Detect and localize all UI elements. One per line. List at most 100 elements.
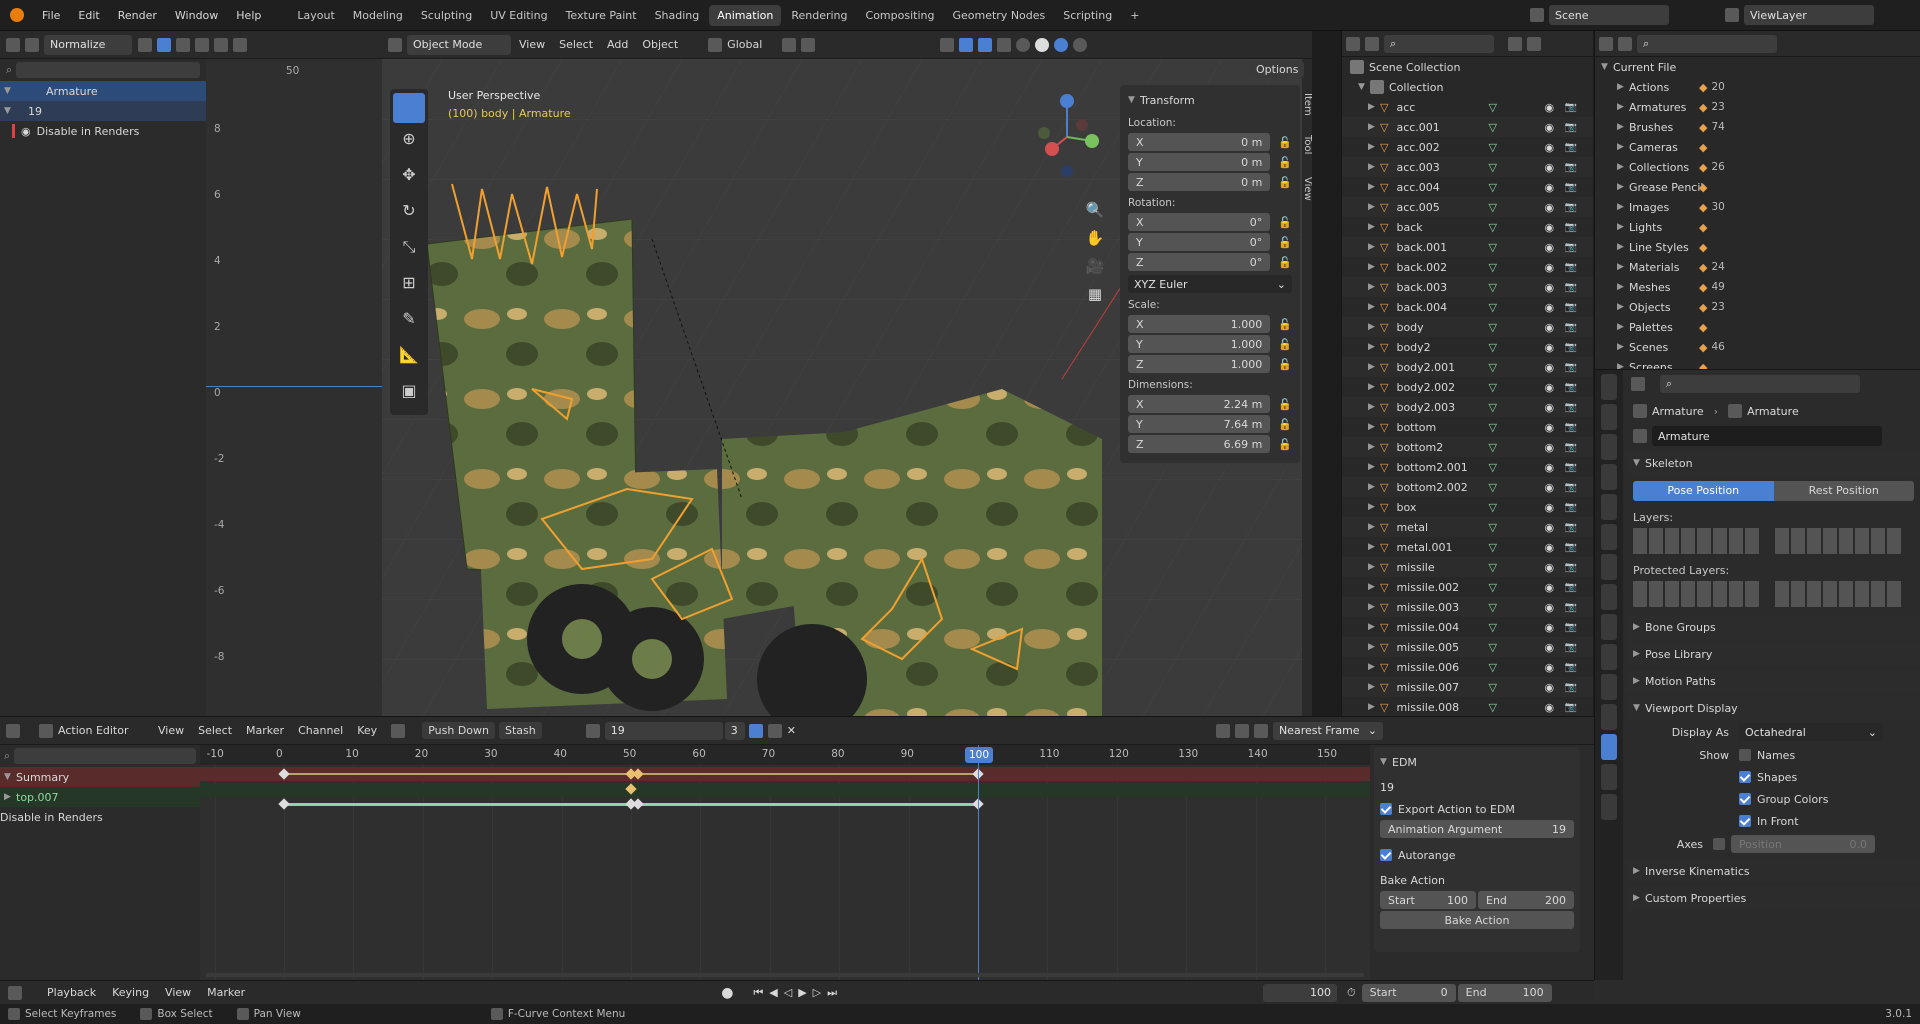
- camera-render-icon[interactable]: 📷: [1564, 482, 1576, 493]
- overlay-icon[interactable]: [978, 37, 993, 52]
- outliner-item[interactable]: ▶ ▽ body2.001 ▽ ◉ 📷: [1342, 357, 1593, 377]
- eye-icon[interactable]: ◉: [1544, 381, 1564, 394]
- blend-item[interactable]: ▶ Brushes ◆ 74: [1595, 117, 1920, 137]
- camera-render-icon[interactable]: 📷: [1564, 102, 1576, 113]
- expand-icon[interactable]: ▶: [1617, 302, 1629, 312]
- outliner-item[interactable]: ▶ ▽ bottom ▽ ◉ 📷: [1342, 417, 1593, 437]
- lock-icon[interactable]: 🔓: [1278, 358, 1292, 371]
- camera-render-icon[interactable]: 📷: [1564, 462, 1576, 473]
- outliner-item[interactable]: ▶ ▽ missile.003 ▽ ◉ 📷: [1342, 597, 1593, 617]
- eye-icon[interactable]: ◉: [1544, 661, 1564, 674]
- pan-hand-icon[interactable]: ✋: [1082, 229, 1108, 257]
- pivot-icon[interactable]: [233, 37, 247, 52]
- options-button[interactable]: Options: [1250, 61, 1308, 78]
- push-down-button[interactable]: Push Down: [422, 722, 495, 739]
- stash-button[interactable]: Stash: [498, 722, 542, 739]
- outliner-item[interactable]: ▶ ▽ missile.006 ▽ ◉ 📷: [1342, 657, 1593, 677]
- location-y-field[interactable]: Y 0 m: [1128, 153, 1271, 171]
- expand-icon[interactable]: ▼: [4, 772, 16, 782]
- lock-icon[interactable]: 🔓: [1278, 338, 1292, 351]
- blend-item[interactable]: ▶ Collections ◆ 26: [1595, 157, 1920, 177]
- outliner-editor-icon[interactable]: [1346, 36, 1360, 51]
- expand-icon[interactable]: ▶: [1368, 262, 1380, 272]
- channel-action-19[interactable]: ▼ 19: [0, 101, 206, 121]
- proportional-icon[interactable]: [801, 37, 816, 52]
- outliner-item[interactable]: ▶ ▽ body2.002 ▽ ◉ 📷: [1342, 377, 1593, 397]
- playhead-frame-label[interactable]: 100: [965, 747, 993, 763]
- eye-icon[interactable]: ◉: [1544, 601, 1564, 614]
- blend-item[interactable]: ▶ Images ◆ 30: [1595, 197, 1920, 217]
- expand-icon[interactable]: ▶: [1368, 382, 1380, 392]
- pose-library-panel[interactable]: ▶ Pose Library: [1627, 642, 1920, 666]
- expand-icon[interactable]: ▶: [1368, 582, 1380, 592]
- outliner-item[interactable]: ▶ ▽ acc ▽ ◉ 📷: [1342, 97, 1593, 117]
- tab-animation[interactable]: Animation: [709, 4, 782, 26]
- autorange-checkbox[interactable]: [1380, 849, 1392, 861]
- keyframe-marker[interactable]: [278, 798, 290, 810]
- render-tab-icon[interactable]: [1601, 404, 1617, 430]
- modifiers-tab-icon[interactable]: [1601, 614, 1617, 640]
- outliner-item[interactable]: ▶ ▽ metal ▽ ◉ 📷: [1342, 517, 1593, 537]
- eye-icon[interactable]: ◉: [1544, 361, 1564, 374]
- bake-action-button[interactable]: Bake Action: [1380, 911, 1574, 929]
- solid-shading-icon[interactable]: [1035, 37, 1050, 52]
- only-selected-icon[interactable]: [1215, 723, 1230, 738]
- outliner-item[interactable]: ▶ ▽ acc.003 ▽ ◉ 📷: [1342, 157, 1593, 177]
- outliner-item[interactable]: ▶ ▽ missile.005 ▽ ◉ 📷: [1342, 637, 1593, 657]
- wireframe-shading-icon[interactable]: [1016, 37, 1031, 52]
- constraints-tab-icon[interactable]: [1601, 704, 1617, 730]
- lock-icon[interactable]: 🔓: [1278, 438, 1292, 451]
- viewlayer-icon[interactable]: [1725, 8, 1739, 22]
- in-front-checkbox[interactable]: [1739, 815, 1751, 827]
- object-tab-icon[interactable]: [1601, 584, 1617, 610]
- xray-icon[interactable]: [997, 37, 1012, 52]
- editor-type-icon[interactable]: [6, 723, 20, 738]
- blend-item[interactable]: ▶ Cameras ◆: [1595, 137, 1920, 157]
- tl-menu-playback[interactable]: Playback: [47, 986, 96, 999]
- eye-icon[interactable]: ◉: [1544, 541, 1564, 554]
- eye-icon[interactable]: ◉: [1544, 321, 1564, 334]
- expand-icon[interactable]: ▶: [1368, 662, 1380, 672]
- blend-item[interactable]: ▶ Scenes ◆ 46: [1595, 337, 1920, 357]
- edm-header[interactable]: ▼ EDM: [1380, 753, 1574, 771]
- camera-render-icon[interactable]: 📷: [1564, 382, 1576, 393]
- eye-icon[interactable]: ◉: [1544, 501, 1564, 514]
- tab-rendering[interactable]: Rendering: [783, 5, 855, 26]
- viewport-3d[interactable]: Object Mode View Select Add Object Globa…: [382, 31, 1312, 716]
- expand-icon[interactable]: ▶: [1617, 122, 1629, 132]
- outliner-item[interactable]: ▶ ▽ acc.001 ▽ ◉ 📷: [1342, 117, 1593, 137]
- eye-icon[interactable]: ◉: [1544, 461, 1564, 474]
- outliner-item[interactable]: ▶ ▽ acc.004 ▽ ◉ 📷: [1342, 177, 1593, 197]
- close-icon[interactable]: ✕: [787, 724, 796, 737]
- eye-icon[interactable]: ◉: [1544, 121, 1564, 134]
- blend-item[interactable]: ▶ Actions ◆ 20: [1595, 77, 1920, 97]
- outliner-search[interactable]: ⌕: [1384, 34, 1494, 53]
- editor-type-icon[interactable]: [6, 37, 20, 52]
- camera-render-icon[interactable]: 📷: [1564, 662, 1576, 673]
- blend-item[interactable]: ▶ Meshes ◆ 49: [1595, 277, 1920, 297]
- camera-render-icon[interactable]: 📷: [1564, 442, 1576, 453]
- camera-render-icon[interactable]: 📷: [1564, 362, 1576, 373]
- channel-summary[interactable]: ▼ Summary: [0, 767, 200, 787]
- camera-render-icon[interactable]: 📷: [1564, 702, 1576, 713]
- channel-disable-renders-ae[interactable]: Disable in Renders: [0, 807, 200, 827]
- mode-dropdown[interactable]: Action Editor: [58, 724, 158, 737]
- camera-render-icon[interactable]: 📷: [1564, 162, 1576, 173]
- expand-icon[interactable]: ▶: [1617, 162, 1629, 172]
- scene-collection-row[interactable]: Scene Collection: [1342, 57, 1593, 77]
- show-in-front-row[interactable]: In Front: [1627, 810, 1920, 832]
- blend-item[interactable]: ▶ Lights ◆: [1595, 217, 1920, 237]
- tab-shading[interactable]: Shading: [647, 5, 708, 26]
- bone-groups-panel[interactable]: ▶ Bone Groups: [1627, 615, 1920, 639]
- eye-icon[interactable]: ◉: [1544, 641, 1564, 654]
- eye-icon[interactable]: ◉: [1544, 221, 1564, 234]
- eye-icon[interactable]: ◉: [1544, 421, 1564, 434]
- tab-sculpting[interactable]: Sculpting: [413, 5, 480, 26]
- blend-search[interactable]: ⌕: [1637, 34, 1777, 53]
- expand-icon[interactable]: ▶: [1617, 82, 1629, 92]
- camera-render-icon[interactable]: 📷: [1564, 642, 1576, 653]
- add-workspace-icon[interactable]: +: [1122, 5, 1147, 26]
- rotation-mode-dropdown[interactable]: XYZ Euler ⌄: [1128, 275, 1292, 293]
- object-data-tab-icon[interactable]: [1601, 734, 1617, 760]
- gizmo-icon[interactable]: [959, 37, 974, 52]
